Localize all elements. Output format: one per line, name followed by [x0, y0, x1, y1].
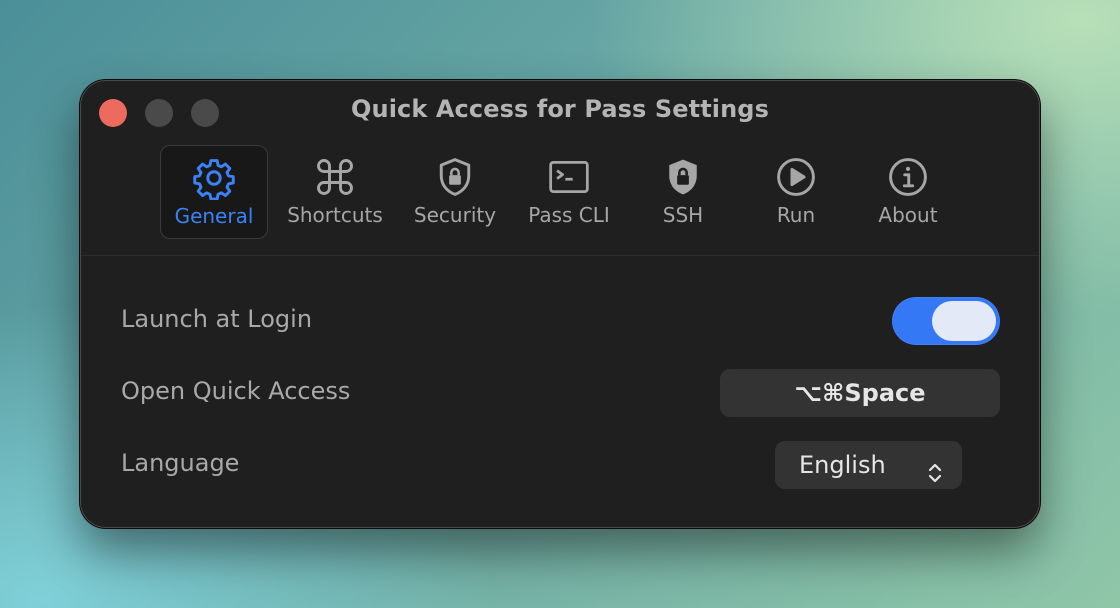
command-icon [313, 155, 357, 199]
tab-label: About [878, 203, 938, 227]
tab-general[interactable]: General [160, 145, 268, 239]
launch-at-login-label: Launch at Login [121, 305, 313, 333]
play-circle-icon [774, 155, 818, 199]
tab-ssh[interactable]: SSH [629, 145, 737, 239]
settings-window: Quick Access for Pass Settings General S… [80, 80, 1040, 528]
tab-security[interactable]: Security [401, 145, 509, 239]
window-title: Quick Access for Pass Settings [351, 95, 769, 123]
tab-about[interactable]: About [854, 145, 962, 239]
open-quick-access-label: Open Quick Access [121, 377, 351, 405]
language-select-value: English [799, 451, 886, 479]
info-circle-icon [886, 155, 930, 199]
language-select[interactable]: English [775, 441, 962, 489]
tab-shortcuts[interactable]: Shortcuts [281, 145, 389, 239]
tab-pass-cli[interactable]: Pass CLI [515, 145, 623, 239]
toggle-knob [932, 301, 996, 341]
gear-icon [192, 156, 236, 200]
language-label: Language [121, 449, 240, 477]
chevron-up-down-icon [926, 453, 944, 483]
shield-lock-icon [433, 155, 477, 199]
launch-at-login-toggle[interactable] [892, 297, 1000, 345]
shield-lock-filled-icon [661, 155, 705, 199]
toolbar-divider [81, 255, 1039, 256]
shortcut-recorder-button[interactable]: ⌥⌘Space [720, 369, 1000, 417]
terminal-icon [547, 155, 591, 199]
settings-toolbar: General Shortcuts Security Pass CLI SSH … [81, 145, 1039, 255]
